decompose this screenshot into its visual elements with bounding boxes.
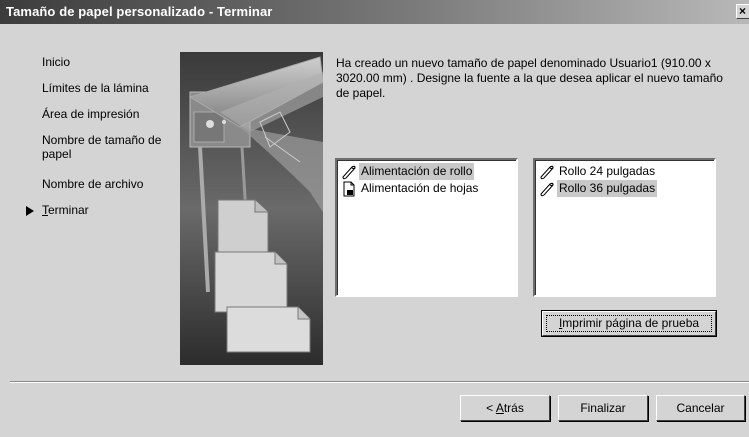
- completion-message: Ha creado un nuevo tamaño de papel denom…: [336, 56, 723, 100]
- current-step-arrow-icon: [26, 206, 34, 216]
- wizard-illustration: [180, 52, 324, 365]
- cancel-button[interactable]: Cancelar: [656, 395, 745, 421]
- title-bar[interactable]: Tamaño de papel personalizado - Terminar…: [0, 0, 749, 24]
- finish-button[interactable]: Finalizar: [558, 395, 648, 421]
- step-area-impresion: Área de impresión: [42, 107, 140, 121]
- close-button[interactable]: ×: [736, 4, 749, 19]
- step-nombre-tamano: Nombre de tamaño de papel: [42, 133, 162, 161]
- roll-icon: [540, 165, 554, 180]
- step-nombre-archivo: Nombre de archivo: [42, 177, 144, 191]
- step-limites-lamina: Límites de la lámina: [42, 81, 149, 95]
- feed-source-list[interactable]: Alimentación de rollo Alimentación de ho…: [335, 158, 518, 297]
- roll-icon: [540, 182, 554, 197]
- custom-paper-size-dialog: Tamaño de papel personalizado - Terminar…: [0, 0, 749, 437]
- back-button[interactable]: < Atrás: [460, 395, 550, 421]
- close-icon: ×: [739, 4, 747, 18]
- separator: [10, 381, 749, 383]
- step-inicio: Inicio: [42, 55, 71, 69]
- window-title: Tamaño de papel personalizado - Terminar: [6, 4, 273, 19]
- print-test-page-button[interactable]: Imprimir página de prueba: [541, 310, 717, 337]
- roll-size-list[interactable]: Rollo 24 pulgadas Rollo 36 pulgadas: [533, 158, 716, 297]
- roll-icon: [342, 165, 356, 180]
- sheet-icon: [343, 181, 355, 197]
- step-terminar: Terminar: [26, 203, 89, 217]
